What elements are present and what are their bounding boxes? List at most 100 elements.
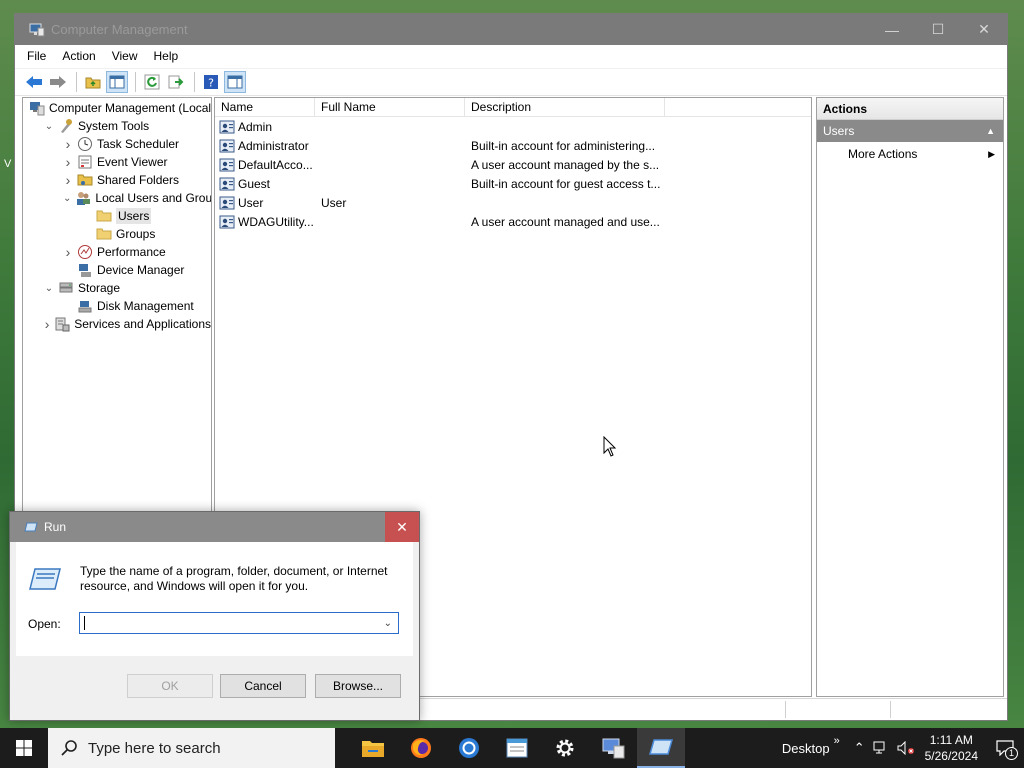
action-center-button[interactable]: 1 xyxy=(990,728,1020,768)
run-title-bar[interactable]: Run ✕ xyxy=(10,512,419,542)
volume-muted-icon[interactable] xyxy=(897,741,915,755)
user-description: A user account managed by the s... xyxy=(471,157,660,172)
show-hidden-icons-chevron-icon[interactable]: ⌃ xyxy=(854,740,865,756)
refresh-icon xyxy=(144,74,160,90)
settings-taskbar-button[interactable] xyxy=(541,728,589,768)
maximize-button[interactable]: ☐ xyxy=(915,14,961,45)
run-title: Run xyxy=(44,520,67,534)
forward-arrow-icon xyxy=(50,76,66,88)
menu-action[interactable]: Action xyxy=(54,45,103,68)
run-close-button[interactable]: ✕ xyxy=(385,512,419,542)
action-pane-icon xyxy=(227,75,243,89)
user-row[interactable]: Admin xyxy=(215,117,811,136)
mouse-pointer-icon xyxy=(603,436,617,457)
tree-node-system-tools[interactable]: ⌄ System Tools xyxy=(23,117,211,135)
status-divider xyxy=(785,701,786,718)
back-button[interactable] xyxy=(23,71,45,93)
user-description: Built-in account for guest access t... xyxy=(471,176,661,191)
close-window-button[interactable]: ✕ xyxy=(961,14,1007,45)
tree-node-event-viewer[interactable]: › Event Viewer xyxy=(23,153,211,171)
collapse-chevron-icon[interactable]: › xyxy=(63,136,73,152)
browse-button[interactable]: Browse... xyxy=(315,674,401,698)
show-hide-console-tree-button[interactable] xyxy=(106,71,128,93)
expand-chevron-icon[interactable]: ⌄ xyxy=(44,121,54,132)
tree-node-device-manager[interactable]: Device Manager xyxy=(23,261,211,279)
expand-chevron-icon[interactable]: ⌄ xyxy=(44,283,54,294)
folder-icon xyxy=(96,228,112,240)
tree-node-task-scheduler[interactable]: › Task Scheduler xyxy=(23,135,211,153)
computer-management-taskbar-button[interactable] xyxy=(589,728,637,768)
column-header-description[interactable]: Description xyxy=(465,98,665,116)
tree-node-label: Event Viewer xyxy=(97,155,168,169)
user-row[interactable]: Administrator Built-in account for admini… xyxy=(215,136,811,155)
taskbar-clock[interactable]: 1:11 AM 5/26/2024 xyxy=(925,732,978,764)
network-icon[interactable] xyxy=(873,741,889,755)
chrome-taskbar-button[interactable] xyxy=(445,728,493,768)
more-actions-item[interactable]: More Actions ▶ xyxy=(817,142,1003,166)
ok-button[interactable]: OK xyxy=(127,674,213,698)
column-header-name[interactable]: Name xyxy=(215,98,315,116)
window-title: Computer Management xyxy=(51,22,188,37)
menu-help[interactable]: Help xyxy=(146,45,187,68)
minimize-button[interactable]: — xyxy=(869,14,915,45)
open-label: Open: xyxy=(28,617,61,631)
user-row[interactable]: DefaultAcco... A user account managed by … xyxy=(215,155,811,174)
actions-section-label: Users xyxy=(823,124,855,138)
user-full-name: User xyxy=(321,195,347,210)
submenu-arrow-icon: ▶ xyxy=(988,148,995,159)
refresh-button[interactable] xyxy=(141,71,163,93)
menu-view[interactable]: View xyxy=(104,45,146,68)
firefox-icon xyxy=(411,738,431,758)
user-name-cell: User xyxy=(215,195,315,211)
actions-section-users[interactable]: Users ▲ xyxy=(817,120,1003,142)
collapse-chevron-icon[interactable]: › xyxy=(63,154,73,170)
tree-node-performance[interactable]: › Performance xyxy=(23,243,211,261)
notepad-taskbar-button[interactable] xyxy=(493,728,541,768)
computer-management-icon xyxy=(602,738,625,759)
device-manager-icon xyxy=(79,264,91,277)
tree-node-label: Storage xyxy=(78,281,121,295)
tree-node-disk-management[interactable]: Disk Management xyxy=(23,297,211,315)
column-header-full-name[interactable]: Full Name xyxy=(315,98,465,116)
start-button[interactable] xyxy=(0,728,48,768)
user-name-cell: WDAGUtility... xyxy=(215,214,315,230)
file-explorer-taskbar-button[interactable] xyxy=(349,728,397,768)
user-row[interactable]: User User xyxy=(215,193,811,212)
tree-node-label: Performance xyxy=(97,245,166,259)
users-groups-icon xyxy=(77,192,91,205)
tree-node-computer-management-local[interactable]: Computer Management (Local xyxy=(23,99,211,117)
desktop-icon-fragment: V xyxy=(4,158,12,170)
cancel-button[interactable]: Cancel xyxy=(220,674,306,698)
search-placeholder: Type here to search xyxy=(88,739,221,757)
tree-node-shared-folders[interactable]: › Shared Folders xyxy=(23,171,211,189)
help-button[interactable]: ? xyxy=(200,71,222,93)
export-list-button[interactable] xyxy=(165,71,187,93)
user-row[interactable]: Guest Built-in account for guest access t… xyxy=(215,174,811,193)
notification-count-badge: 1 xyxy=(1005,747,1018,760)
tree-node-label: Groups xyxy=(116,227,156,241)
collapse-chevron-icon[interactable]: › xyxy=(63,244,73,260)
menu-file[interactable]: File xyxy=(19,45,54,68)
toolbar-overflow-icon[interactable]: » xyxy=(834,735,840,747)
expand-chevron-icon[interactable]: ⌄ xyxy=(63,193,71,204)
tree-node-local-users-and-groups[interactable]: ⌄ Local Users and Groups xyxy=(23,189,211,207)
user-row[interactable]: WDAGUtility... A user account managed and… xyxy=(215,212,811,231)
title-bar[interactable]: Computer Management — ☐ ✕ xyxy=(15,14,1007,45)
open-combobox[interactable]: ⌄ xyxy=(79,612,399,634)
chevron-down-icon[interactable]: ⌄ xyxy=(384,618,392,629)
taskbar-search-box[interactable]: Type here to search xyxy=(48,728,335,768)
tree-node-storage[interactable]: ⌄ Storage xyxy=(23,279,211,297)
collapse-chevron-icon[interactable]: › xyxy=(63,172,73,188)
user-account-icon xyxy=(219,177,235,190)
menu-bar: File Action View Help xyxy=(15,45,1007,68)
show-hide-action-pane-button[interactable] xyxy=(224,71,246,93)
tree-node-users[interactable]: Users xyxy=(23,207,211,225)
up-one-level-button[interactable] xyxy=(82,71,104,93)
forward-button[interactable] xyxy=(47,71,69,93)
collapse-chevron-icon[interactable]: › xyxy=(44,316,50,332)
firefox-taskbar-button[interactable] xyxy=(397,728,445,768)
run-taskbar-button[interactable] xyxy=(637,728,685,768)
desktop-toolbar-label[interactable]: Desktop xyxy=(782,741,830,756)
tree-node-services-and-applications[interactable]: › Services and Applications xyxy=(23,315,211,333)
tree-node-groups[interactable]: Groups xyxy=(23,225,211,243)
